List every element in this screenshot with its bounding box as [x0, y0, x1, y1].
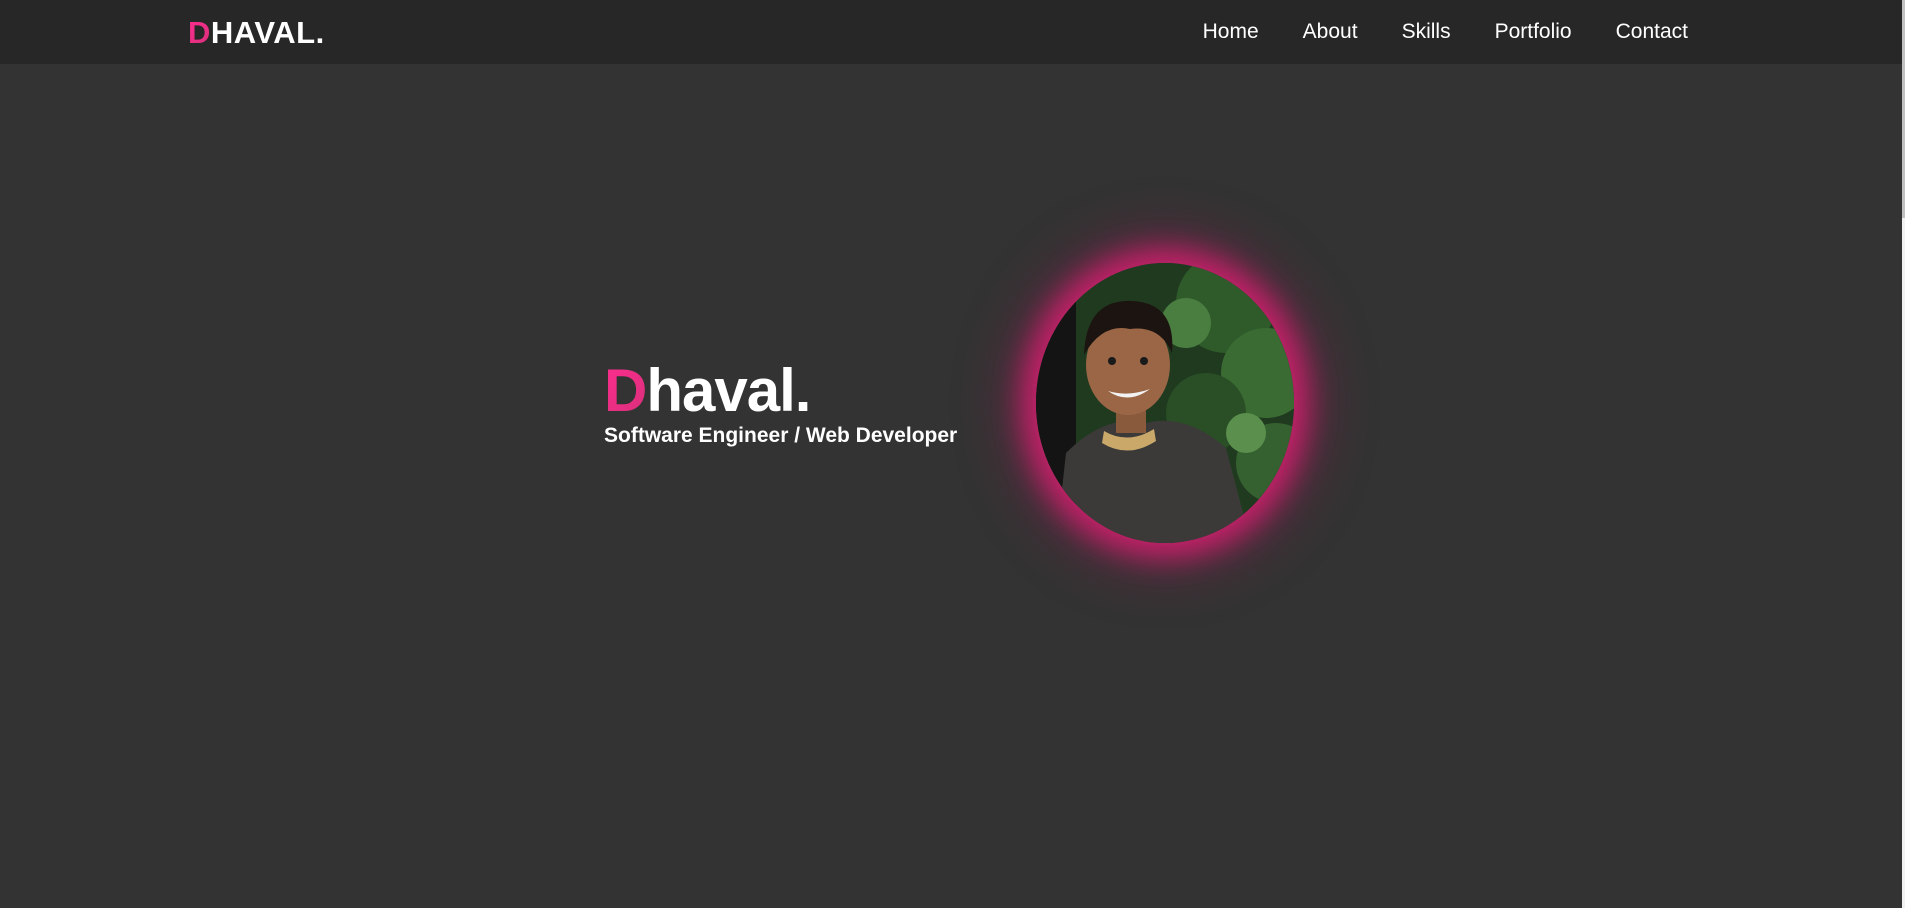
profile-photo-illustration — [1036, 263, 1294, 543]
brand-text: HAVAL. — [210, 15, 325, 50]
profile-photo — [1036, 263, 1294, 543]
hero-name-initial: D — [604, 357, 647, 424]
page: DHAVAL. Home About Skills Portfolio Cont… — [0, 0, 1905, 908]
hero-name-rest: haval. — [646, 357, 811, 424]
hero-role: Software Engineer / Web Developer — [604, 424, 958, 447]
hero-name: Dhaval. — [604, 356, 957, 426]
nav-link-portfolio[interactable]: Portfolio — [1495, 18, 1572, 46]
top-navbar: DHAVAL. Home About Skills Portfolio Cont… — [0, 0, 1902, 64]
nav-link-home[interactable]: Home — [1203, 18, 1259, 46]
brand-initial: D — [188, 15, 211, 50]
nav-link-skills[interactable]: Skills — [1402, 18, 1451, 46]
hero-section: Dhaval. Software Engineer / Web Develope… — [604, 356, 957, 449]
nav-menu: Home About Skills Portfolio Contact — [1203, 18, 1688, 46]
brand-logo[interactable]: DHAVAL. — [188, 15, 325, 51]
nav-link-contact[interactable]: Contact — [1616, 18, 1688, 46]
nav-link-about[interactable]: About — [1303, 18, 1358, 46]
